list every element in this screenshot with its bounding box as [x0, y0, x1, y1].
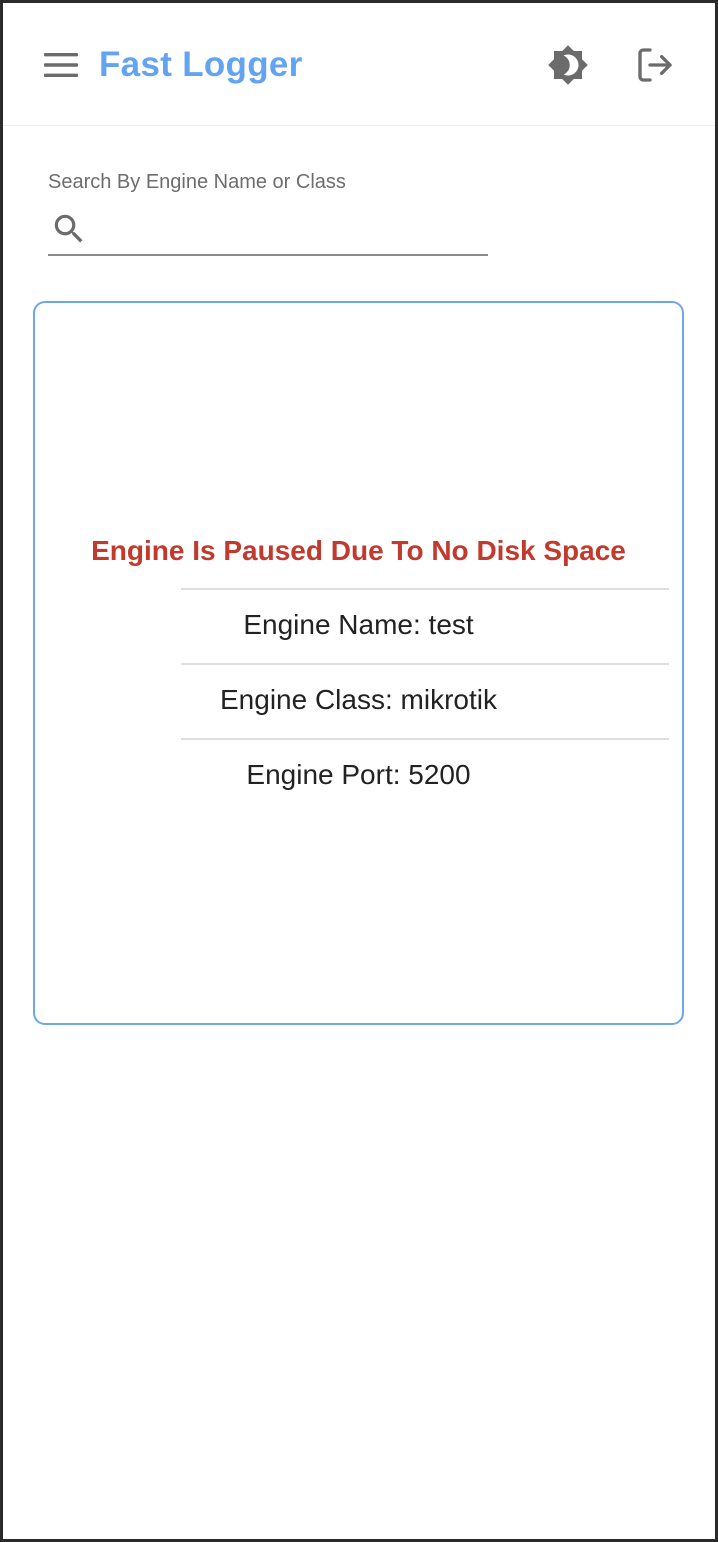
divider [181, 663, 669, 665]
engine-card[interactable]: Engine Is Paused Due To No Disk Space En… [33, 301, 684, 1025]
hamburger-menu-icon [44, 53, 78, 77]
app-bar: Fast Logger [3, 3, 715, 126]
engine-class: Engine Class: mikrotik [220, 684, 497, 715]
engine-port: Engine Port: 5200 [246, 759, 471, 790]
logout-button[interactable] [631, 41, 679, 89]
theme-toggle-button[interactable] [544, 41, 592, 89]
logout-icon [638, 48, 672, 82]
search-icon [54, 214, 83, 243]
search-input[interactable] [96, 209, 486, 251]
menu-button[interactable] [39, 43, 83, 87]
search-field[interactable] [48, 203, 488, 256]
search-label: Search By Engine Name or Class [48, 171, 346, 193]
divider [181, 588, 669, 590]
engine-status-text: Engine Is Paused Due To No Disk Space [91, 535, 626, 566]
app-screen: Fast Logger Search By Engine Name or Cla… [3, 3, 715, 1539]
divider [181, 738, 669, 740]
app-title: Fast Logger [99, 45, 303, 84]
brightness-contrast-icon [548, 45, 588, 85]
engine-name: Engine Name: test [243, 609, 474, 640]
